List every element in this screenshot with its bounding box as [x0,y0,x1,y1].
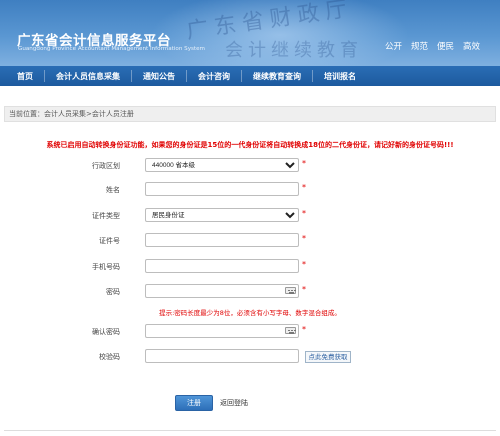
register-button[interactable]: 注册 [175,395,213,411]
password-label: 密码 [106,288,120,296]
idtype-select[interactable]: 居民身份证 [145,208,299,222]
nav-item-notices[interactable]: 通知公告 [132,71,186,82]
confirm-label: 确认密码 [92,328,120,336]
header-link-convenience[interactable]: 便民 [437,40,454,52]
required-mark: * [302,209,306,218]
header-banner: 广东省财政厅 会计继续教育 广东省会计信息服务平台 Guangdong Prov… [0,0,500,66]
required-mark: * [302,183,306,192]
form-row-confirm: 确认密码 * [0,323,500,339]
idtype-label: 证件类型 [92,212,120,220]
region-label: 行政区划 [92,162,120,170]
phone-input[interactable] [145,259,299,273]
form-row-phone: 手机号码 * [0,258,500,274]
form-row-captcha: 校验码 [0,348,500,364]
form-row-idtype: 证件类型 居民身份证 * [0,207,500,223]
form-row-idnum: 证件号 * [0,232,500,248]
header-link-open[interactable]: 公开 [385,40,402,52]
required-mark: * [302,285,306,294]
idnum-label: 证件号 [99,237,120,245]
site-subtitle: Guangdong Province Accountant Management… [18,46,206,52]
required-mark: * [302,159,306,168]
form-row-name: 姓名 * [0,181,500,197]
page: 广东省财政厅 会计继续教育 广东省会计信息服务平台 Guangdong Prov… [0,0,500,436]
main-nav: 首页 会计人员信息采集 通知公告 会计咨询 继续教育查询 培训报名 [0,66,500,86]
banner-seal-watermark-2: 会计继续教育 [225,40,363,61]
name-input[interactable] [145,182,299,196]
form-row-region: 行政区划 440000 省本级 * [0,157,500,173]
name-label: 姓名 [106,186,120,194]
id-conversion-notice: 系统已启用自动转换身份证功能，如果您的身份证是15位的一代身份证将自动转换成18… [46,141,454,149]
header-link-efficient[interactable]: 高效 [463,40,480,52]
confirm-password-input[interactable] [145,324,299,338]
get-captcha-link[interactable]: 点此免费获取 [305,351,351,363]
required-mark: * [302,325,306,334]
header-links: 公开 规范 便民 高效 [385,40,480,52]
required-mark: * [302,234,306,243]
nav-item-consult[interactable]: 会计咨询 [187,71,241,82]
breadcrumb: 当前位置：会计人员采集>会计人员注册 [4,106,496,122]
captcha-label: 校验码 [99,353,120,361]
idnum-input[interactable] [145,233,299,247]
nav-item-education[interactable]: 继续教育查询 [242,71,312,82]
footer-divider [4,430,496,431]
keyboard-icon[interactable] [285,287,296,294]
phone-label: 手机号码 [92,263,120,271]
captcha-input[interactable] [145,349,299,363]
password-hint: 提示:密码长度最少为8位，必须含有小写字母、数字混合组成。 [159,309,341,317]
nav-item-info-collection[interactable]: 会计人员信息采集 [45,71,131,82]
keyboard-icon[interactable] [285,327,296,334]
region-select[interactable]: 440000 省本级 [145,158,299,172]
nav-item-home[interactable]: 首页 [6,71,44,82]
form-row-password: 密码 * [0,283,500,299]
header-link-standard[interactable]: 规范 [411,40,428,52]
required-mark: * [302,260,306,269]
password-input[interactable] [145,284,299,298]
back-to-login-link[interactable]: 返回登陆 [220,398,248,408]
nav-item-training[interactable]: 培训报名 [313,71,367,82]
